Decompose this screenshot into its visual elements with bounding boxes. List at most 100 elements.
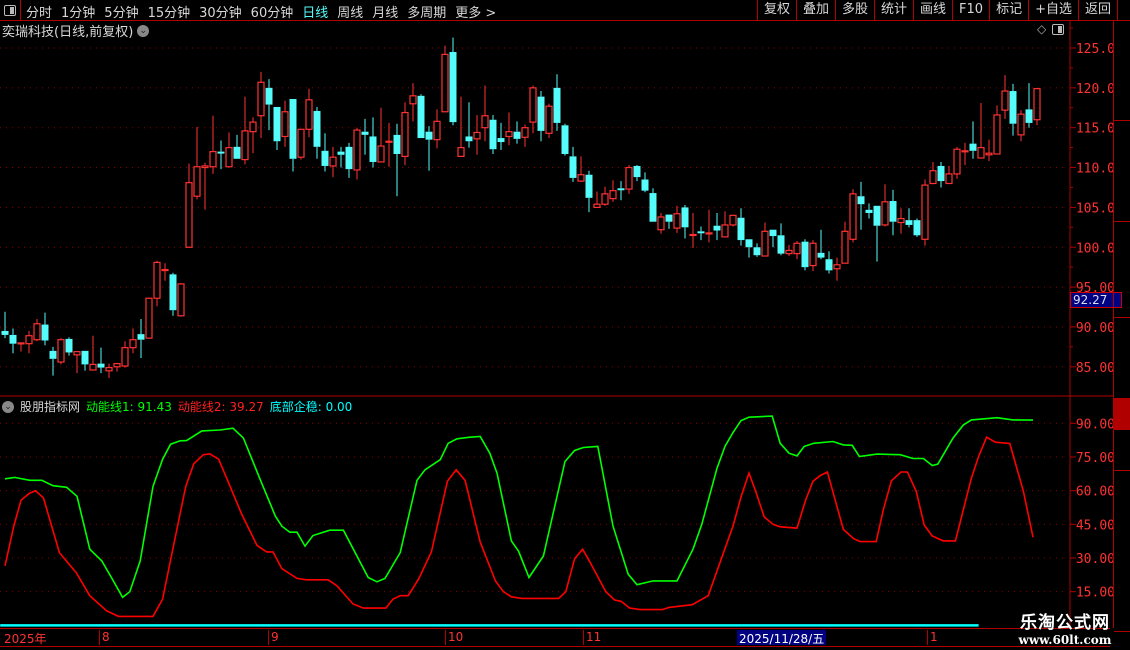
candle-body-up (377, 145, 385, 163)
candle-body-up (249, 121, 257, 133)
candle-body-up (761, 230, 769, 257)
candle-body-down (97, 363, 105, 368)
candle-body-down (337, 151, 345, 155)
candle-body-up (705, 232, 713, 235)
candle-body-down (449, 51, 457, 123)
candle-body-up (17, 342, 25, 345)
date-label: 8 (99, 630, 110, 645)
candle-body-up (945, 173, 953, 185)
candle-body-up (505, 131, 513, 138)
indicator-title-row: ⌄ 股朋指标网 动能线1: 91.43 动能线2: 39.27 底部企稳: 0.… (2, 398, 352, 415)
candle-body-down (465, 136, 473, 142)
candle-body-up (897, 217, 905, 224)
candle-body-up (281, 111, 289, 138)
candle-body-down (817, 252, 825, 258)
candle-body-up (921, 184, 929, 240)
candle-body-down (753, 247, 761, 256)
candle-body-down (417, 95, 425, 139)
candle-body-down (233, 146, 241, 159)
candle-body-down (641, 179, 649, 191)
candle-body-down (489, 119, 497, 150)
candle-body-down (665, 214, 673, 222)
candle-body-down (265, 87, 273, 105)
candle-body-up (57, 339, 65, 363)
y-tick-label: 30.00 (1076, 552, 1115, 567)
candle-body-up (993, 114, 1001, 155)
candle-body-up (977, 147, 985, 159)
candle-body-up (577, 174, 585, 182)
candle-body-up (849, 193, 857, 240)
candle-body-down (217, 151, 225, 154)
y-tick-label: 115.0 (1076, 122, 1115, 137)
candle-body-up (625, 166, 633, 190)
watermark-url: www.60lt.com (1018, 633, 1112, 647)
candle-body-down (553, 87, 561, 123)
line2-value: 动能线2: 39.27 (177, 400, 264, 414)
candle-body-down (81, 350, 89, 365)
candle-body-up (673, 213, 681, 229)
candle-body-down (865, 209, 873, 213)
candle-body-up (441, 53, 449, 113)
candle-body-up (833, 264, 841, 270)
candle-body-down (273, 106, 281, 142)
candle-body-down (369, 136, 377, 162)
candle-body-up (809, 242, 817, 267)
candle-body-up (689, 233, 697, 237)
candle-body-down (873, 205, 881, 226)
candle-body-down (49, 350, 57, 359)
candle-body-up (545, 105, 553, 134)
candle-body-down (777, 235, 785, 254)
y-tick-label: 100.0 (1076, 241, 1115, 256)
candle-body-up (129, 339, 137, 349)
line1-value: 动能线1: 91.43 (86, 400, 172, 414)
indicator-name: 股朋指标网 (20, 400, 81, 414)
candle-body-up (409, 95, 417, 105)
y-tick-label: 75.00 (1076, 451, 1115, 466)
candle-body-up (433, 120, 441, 141)
candle-body-down (937, 165, 945, 182)
candle-body-up (1001, 90, 1009, 111)
candle-body-down (713, 225, 721, 231)
candle-body-down (537, 96, 545, 131)
candle-body-down (681, 207, 689, 228)
candle-body-up (385, 140, 393, 143)
candle-body-up (305, 99, 313, 130)
chart-canvas[interactable]: 125.0120.0115.0110.0105.0100.095.0090.00… (0, 0, 1130, 650)
candle-body-down (169, 274, 177, 311)
candle-body-up (593, 203, 601, 209)
candle-body-up (185, 182, 193, 248)
y-tick-label: 90.00 (1076, 321, 1115, 336)
y-tick-label: 15.00 (1076, 586, 1115, 601)
candle-body-down (769, 229, 777, 237)
y-tick-label: 125.0 (1076, 42, 1115, 57)
candle-body-down (633, 165, 641, 178)
candle-body-up (73, 351, 81, 356)
candle-body-down (737, 217, 745, 241)
candle-body-up (161, 268, 169, 272)
y-tick-label: 90.00 (1076, 417, 1115, 432)
candle-body-up (721, 224, 729, 238)
candle-body-up (353, 129, 361, 171)
candle-body-down (65, 338, 73, 353)
y-tick-label: 85.00 (1076, 361, 1115, 376)
candle-body-up (657, 216, 665, 231)
y-tick-label: 120.0 (1076, 82, 1115, 97)
cursor-date-label: 2025/11/28/五 (737, 630, 827, 646)
candle-body-up (473, 131, 481, 140)
candle-body-down (825, 259, 833, 271)
candle-body-up (729, 214, 737, 226)
candle-body-up (177, 283, 185, 317)
candle-body-up (153, 261, 161, 299)
candle-body-down (137, 334, 145, 340)
candle-body-down (361, 131, 369, 135)
date-label: 11 (583, 630, 601, 645)
chevron-down-icon[interactable]: ⌄ (2, 400, 14, 413)
candle-body-down (913, 220, 921, 236)
candle-body-up (121, 347, 129, 367)
candle-body-up (481, 115, 489, 129)
candle-body-up (985, 152, 993, 156)
candle-body-down (801, 241, 809, 268)
candle-body-down (561, 125, 569, 155)
y-tick-label: 60.00 (1076, 485, 1115, 500)
candle-body-up (521, 127, 529, 138)
